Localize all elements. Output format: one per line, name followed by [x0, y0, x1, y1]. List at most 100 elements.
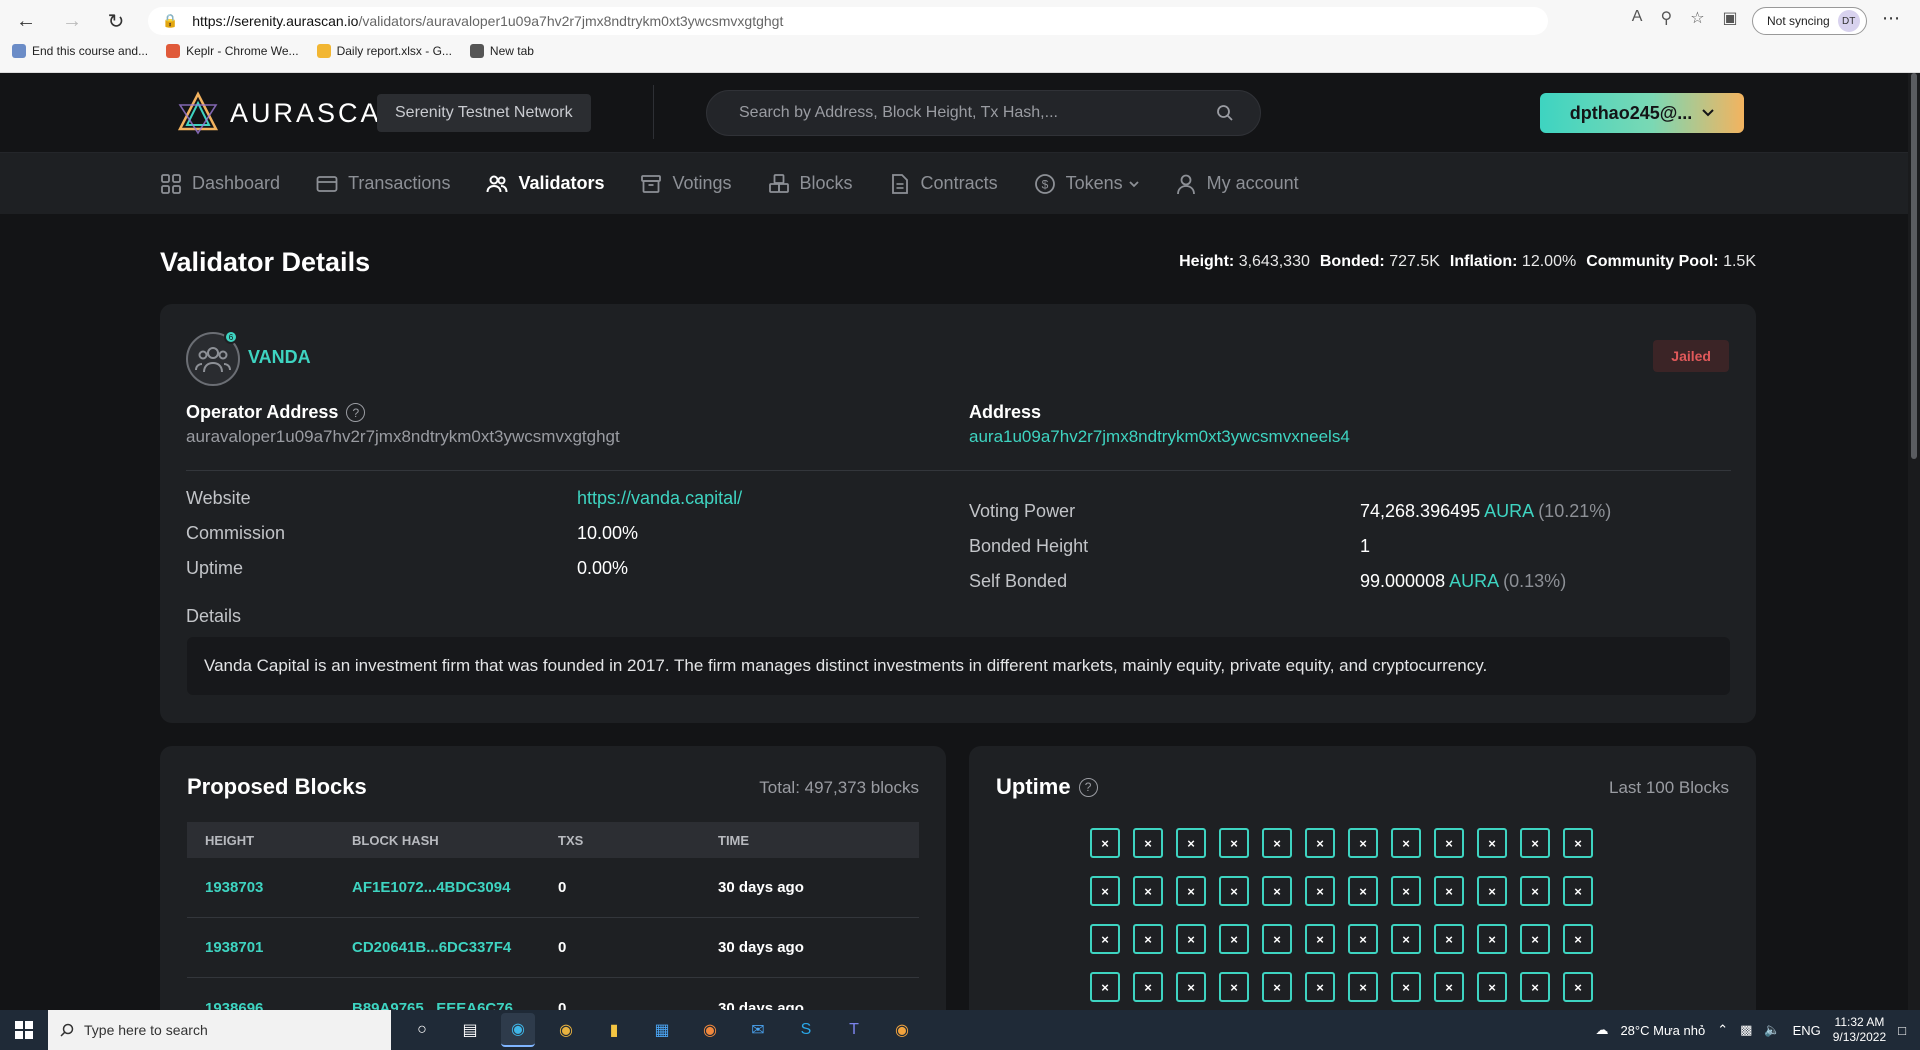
uptime-block-cell[interactable]: ×	[1176, 972, 1206, 1002]
nav-item-transactions[interactable]: Transactions	[316, 173, 450, 195]
uptime-block-cell[interactable]: ×	[1348, 828, 1378, 858]
nav-item-votings[interactable]: Votings	[640, 173, 732, 195]
address-bar[interactable]: 🔒 https://serenity.aurascan.io/validator…	[148, 7, 1548, 35]
uptime-block-cell[interactable]: ×	[1090, 876, 1120, 906]
bookmark-item[interactable]: Daily report.xlsx - G...	[316, 44, 452, 58]
weather-icon[interactable]: ☁	[1595, 1022, 1608, 1038]
nav-item-tokens[interactable]: $ Tokens	[1034, 173, 1139, 195]
teams-icon[interactable]: T	[837, 1013, 871, 1047]
search-icon[interactable]	[1216, 104, 1234, 122]
uptime-block-cell[interactable]: ×	[1520, 828, 1550, 858]
chrome-icon[interactable]: ◉	[549, 1013, 583, 1047]
taskbar-search[interactable]: Type here to search	[48, 1010, 391, 1050]
block-height-link[interactable]: 1938701	[187, 939, 352, 956]
block-hash-link[interactable]: CD20641B...6DC337F4	[352, 939, 558, 956]
uptime-block-cell[interactable]: ×	[1133, 876, 1163, 906]
block-hash-link[interactable]: AF1E1072...4BDC3094	[352, 879, 558, 896]
uptime-block-cell[interactable]: ×	[1563, 924, 1593, 954]
account-address-link[interactable]: aura1u09a7hv2r7jmx8ndtrykm0xt3ywcsmvxnee…	[969, 427, 1350, 447]
search-input[interactable]	[739, 104, 1199, 122]
help-icon[interactable]: ?	[346, 403, 366, 422]
uptime-block-cell[interactable]: ×	[1305, 876, 1335, 906]
uptime-block-cell[interactable]: ×	[1477, 876, 1507, 906]
nav-item-contracts[interactable]: Contracts	[889, 173, 998, 195]
uptime-block-cell[interactable]: ×	[1563, 828, 1593, 858]
more-menu-icon[interactable]: ⋯	[1882, 8, 1900, 29]
uptime-block-cell[interactable]: ×	[1219, 972, 1249, 1002]
uptime-block-cell[interactable]: ×	[1434, 876, 1464, 906]
uptime-block-cell[interactable]: ×	[1348, 972, 1378, 1002]
uptime-block-cell[interactable]: ×	[1391, 876, 1421, 906]
uptime-block-cell[interactable]: ×	[1520, 924, 1550, 954]
aurascan-logo[interactable]: AURASCAN	[176, 91, 404, 135]
nav-item-blocks[interactable]: Blocks	[768, 173, 853, 195]
uptime-block-cell[interactable]: ×	[1176, 924, 1206, 954]
uptime-block-cell[interactable]: ×	[1262, 876, 1292, 906]
uptime-block-cell[interactable]: ×	[1176, 876, 1206, 906]
firefox-icon[interactable]: ◉	[693, 1013, 727, 1047]
bookmark-item[interactable]: Keplr - Chrome We...	[166, 44, 299, 58]
uptime-block-cell[interactable]: ×	[1133, 924, 1163, 954]
task-view-icon[interactable]: ▤	[453, 1013, 487, 1047]
uptime-block-cell[interactable]: ×	[1133, 828, 1163, 858]
uptime-block-cell[interactable]: ×	[1219, 924, 1249, 954]
block-height-link[interactable]: 1938703	[187, 879, 352, 896]
language-indicator[interactable]: ENG	[1793, 1023, 1821, 1038]
bookmark-item[interactable]: New tab	[469, 44, 534, 58]
skype-icon[interactable]: S	[789, 1013, 823, 1047]
uptime-block-cell[interactable]: ×	[1219, 828, 1249, 858]
network-icon[interactable]: ▩	[1740, 1022, 1752, 1038]
website-link[interactable]: https://vanda.capital/	[577, 488, 742, 509]
nav-item-dashboard[interactable]: Dashboard	[160, 173, 280, 195]
scroll-thumb[interactable]	[1911, 73, 1917, 459]
start-button[interactable]	[0, 1010, 48, 1050]
favorite-icon[interactable]: ☆	[1690, 8, 1704, 28]
bookmark-item[interactable]: End this course and...	[12, 44, 148, 58]
clock[interactable]: 11:32 AM 9/13/2022	[1833, 1015, 1886, 1045]
volume-icon[interactable]: 🔈	[1764, 1022, 1780, 1038]
uptime-block-cell[interactable]: ×	[1219, 876, 1249, 906]
uptime-block-cell[interactable]: ×	[1434, 972, 1464, 1002]
nav-item-validators[interactable]: Validators	[486, 173, 604, 195]
back-button[interactable]: ←	[12, 8, 40, 34]
app-icon[interactable]: ◉	[885, 1013, 919, 1047]
page-scrollbar[interactable]	[1908, 73, 1920, 1050]
reload-button[interactable]: ↻	[102, 8, 130, 34]
uptime-block-cell[interactable]: ×	[1305, 972, 1335, 1002]
uptime-block-cell[interactable]: ×	[1563, 876, 1593, 906]
uptime-block-cell[interactable]: ×	[1090, 924, 1120, 954]
file-explorer-icon[interactable]: ▮	[597, 1013, 631, 1047]
uptime-block-cell[interactable]: ×	[1262, 972, 1292, 1002]
wallet-account-button[interactable]: dpthao245@...	[1540, 93, 1744, 133]
tray-chevron-icon[interactable]: ⌃	[1717, 1022, 1728, 1038]
uptime-block-cell[interactable]: ×	[1477, 828, 1507, 858]
notification-icon[interactable]: □	[1898, 1023, 1906, 1038]
uptime-block-cell[interactable]: ×	[1262, 924, 1292, 954]
uptime-block-cell[interactable]: ×	[1348, 876, 1378, 906]
sync-status-button[interactable]: Not syncing DT	[1752, 7, 1867, 35]
uptime-block-cell[interactable]: ×	[1391, 924, 1421, 954]
weather-text[interactable]: 28°C Mưa nhỏ	[1620, 1023, 1705, 1038]
uptime-block-cell[interactable]: ×	[1520, 972, 1550, 1002]
uptime-block-cell[interactable]: ×	[1391, 828, 1421, 858]
uptime-block-cell[interactable]: ×	[1434, 828, 1464, 858]
edge-icon[interactable]: ◉	[501, 1013, 535, 1047]
uptime-block-cell[interactable]: ×	[1477, 972, 1507, 1002]
store-icon[interactable]: ▦	[645, 1013, 679, 1047]
extension-icon[interactable]: ▣	[1723, 8, 1738, 28]
uptime-block-cell[interactable]: ×	[1348, 924, 1378, 954]
nav-item-my-account[interactable]: My account	[1175, 173, 1299, 195]
uptime-block-cell[interactable]: ×	[1090, 828, 1120, 858]
zoom-icon[interactable]: ⚲	[1660, 8, 1672, 28]
uptime-block-cell[interactable]: ×	[1133, 972, 1163, 1002]
uptime-block-cell[interactable]: ×	[1391, 972, 1421, 1002]
uptime-block-cell[interactable]: ×	[1305, 924, 1335, 954]
help-icon[interactable]: ?	[1078, 777, 1098, 797]
read-aloud-icon[interactable]: A	[1632, 8, 1643, 28]
uptime-block-cell[interactable]: ×	[1477, 924, 1507, 954]
uptime-block-cell[interactable]: ×	[1563, 972, 1593, 1002]
uptime-block-cell[interactable]: ×	[1305, 828, 1335, 858]
uptime-block-cell[interactable]: ×	[1520, 876, 1550, 906]
uptime-block-cell[interactable]: ×	[1176, 828, 1206, 858]
mail-icon[interactable]: ✉	[741, 1013, 775, 1047]
